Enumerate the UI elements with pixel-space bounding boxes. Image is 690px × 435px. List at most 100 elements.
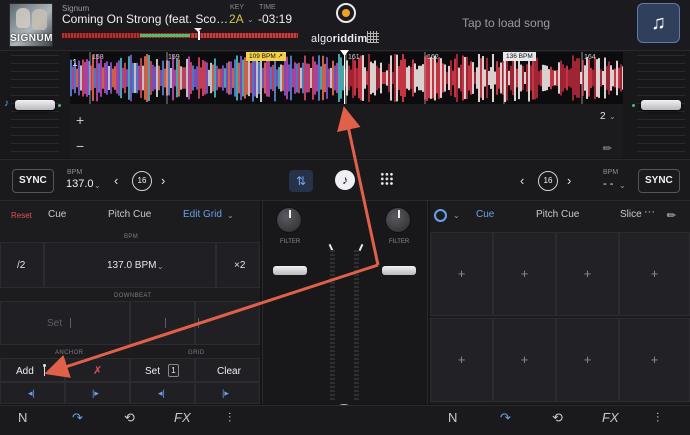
tap-to-load-song[interactable]: Tap to load song (462, 16, 550, 30)
track-title[interactable]: Coming On Strong (feat. Scott ... (62, 12, 230, 26)
chevron-down-icon[interactable]: ⌄ (247, 15, 254, 24)
sliders-icon[interactable]: ⫶ (228, 410, 231, 426)
cue-pad[interactable]: + (556, 318, 619, 402)
cue-pad[interactable]: + (556, 232, 619, 316)
tab-cue[interactable]: Cue (476, 209, 494, 220)
chevron-down-icon[interactable]: ⌄ (94, 181, 101, 190)
tab-pitch-cue[interactable]: Pitch Cue (108, 209, 151, 220)
cue-pad[interactable]: + (493, 318, 556, 402)
target-icon[interactable] (434, 209, 447, 222)
waveform-bar (222, 65, 224, 91)
mixer-view-button[interactable]: ⇅ (289, 170, 313, 192)
tab-slice[interactable]: Slice (620, 209, 642, 220)
waveform-bar (584, 65, 586, 91)
sync-button-right[interactable]: SYNC (638, 169, 680, 193)
sliders-icon[interactable]: ⫶ (656, 410, 659, 426)
automix-icon[interactable]: ↷ (500, 410, 511, 426)
mixer-faders-icon: ⇅ (295, 174, 307, 188)
loop-icon[interactable]: ⟲ (552, 410, 563, 426)
downbeat-set-button[interactable]: Set (47, 318, 62, 329)
downbeat-set-cell[interactable] (0, 301, 130, 345)
waveform-bar (520, 64, 522, 92)
anchor-add-button[interactable]: Add (16, 366, 34, 377)
grid-clear-button[interactable]: Clear (217, 366, 241, 377)
waveform-bar (616, 60, 618, 96)
waveform-bar (570, 68, 572, 88)
bpm-value-right[interactable]: - - (603, 178, 613, 190)
chevron-right-icon[interactable]: › (161, 173, 165, 188)
chevron-left-icon[interactable]: ‹ (114, 173, 118, 188)
music-library-button[interactable]: ♫ (637, 3, 680, 43)
loop-button-left[interactable]: 16 (132, 171, 152, 191)
double-bpm-button[interactable]: ×2 (234, 260, 245, 271)
downbeat-nudge-cell[interactable] (130, 301, 195, 345)
record-button[interactable] (336, 3, 356, 23)
main-waveform[interactable]: 158 159 161 162 163 164 (70, 52, 623, 104)
waveform-bar (98, 63, 100, 93)
tab-edit-grid[interactable]: Edit Grid (183, 209, 222, 220)
pads-grid-icon[interactable] (380, 172, 394, 186)
channel-fader-right[interactable] (382, 266, 416, 275)
more-icon[interactable]: ··· (644, 206, 655, 218)
chevron-down-icon[interactable]: ⌄ (157, 262, 164, 271)
waveform-bar (330, 67, 332, 89)
neural-mix-icon[interactable]: Ν (448, 410, 457, 425)
channel-fader-left[interactable] (273, 266, 307, 275)
chevron-left-icon[interactable]: ‹ (520, 173, 524, 188)
fx-icon[interactable]: FX (602, 410, 619, 425)
waveform-bar (232, 68, 234, 88)
neural-mix-icon[interactable]: Ν (18, 410, 27, 425)
chevron-right-icon[interactable]: › (567, 173, 571, 188)
key-value[interactable]: 2A (229, 12, 244, 26)
half-bpm-button[interactable]: /2 (17, 260, 25, 271)
deck-2-waveform-empty[interactable] (70, 104, 623, 158)
cue-pad[interactable]: + (493, 232, 556, 316)
track-overview-waveform[interactable] (62, 28, 298, 40)
sync-button-left[interactable]: SYNC (12, 169, 54, 193)
waveform-bar (614, 68, 616, 88)
pitch-fader-left[interactable] (11, 55, 59, 155)
waveform-bar (204, 61, 206, 95)
cue-pad[interactable]: + (619, 232, 690, 316)
nudge-left-icon[interactable]: ◂| (158, 388, 165, 399)
remove-anchor-icon[interactable]: ✗ (93, 364, 102, 377)
fx-icon[interactable]: FX (174, 410, 191, 425)
cue-pad[interactable]: + (430, 232, 493, 316)
grid-set-button[interactable]: Set (145, 366, 160, 377)
loop-button-right[interactable]: 16 (538, 171, 558, 191)
music-view-button[interactable]: ♪ (335, 170, 355, 190)
album-cover[interactable]: SIGNUM (9, 3, 53, 47)
chevron-down-icon[interactable]: ⌄ (619, 181, 626, 190)
waveform-bar (158, 65, 160, 91)
nudge-right-icon[interactable]: |▸ (92, 388, 99, 399)
pitch-fader-left-knob[interactable] (15, 100, 55, 110)
pitch-fader-right-knob[interactable] (641, 100, 681, 110)
automix-icon[interactable]: ↷ (72, 410, 83, 426)
reset-button[interactable]: Reset (11, 211, 32, 220)
waveform-bar (428, 57, 430, 99)
waveform-bar (430, 57, 432, 99)
zoom-out-icon[interactable]: − (76, 138, 84, 154)
time-remaining[interactable]: -03:19 (258, 12, 292, 26)
loop-icon[interactable]: ⟲ (124, 410, 135, 426)
tab-pitch-cue[interactable]: Pitch Cue (536, 209, 579, 220)
nudge-left-icon[interactable]: ◂| (28, 388, 35, 399)
chevron-down-icon[interactable]: ⌄ (227, 211, 234, 220)
filter-knob-left[interactable] (276, 207, 302, 233)
cue-pad[interactable]: + (430, 318, 493, 402)
filter-knob-right[interactable] (385, 207, 411, 233)
waveform-bar (526, 64, 528, 92)
grid-set-value[interactable]: 1 (168, 364, 179, 377)
zoom-in-icon[interactable]: + (76, 112, 84, 128)
bpm-value-left[interactable]: 137.0 (66, 178, 94, 190)
cue-pad[interactable]: + (619, 318, 690, 402)
nudge-right-icon[interactable]: |▸ (222, 388, 229, 399)
downbeat-nudge-cell[interactable] (195, 301, 260, 345)
pitch-fader-right[interactable] (637, 55, 685, 155)
chevron-down-icon[interactable]: ⌄ (609, 112, 616, 121)
tab-cue[interactable]: Cue (48, 209, 66, 220)
grid-set-cell[interactable] (130, 358, 195, 382)
bpm-display[interactable]: 137.0 BPM (107, 260, 156, 271)
deck-number-right[interactable]: 2 (600, 111, 606, 122)
chevron-down-icon[interactable]: ⌄ (453, 211, 460, 220)
